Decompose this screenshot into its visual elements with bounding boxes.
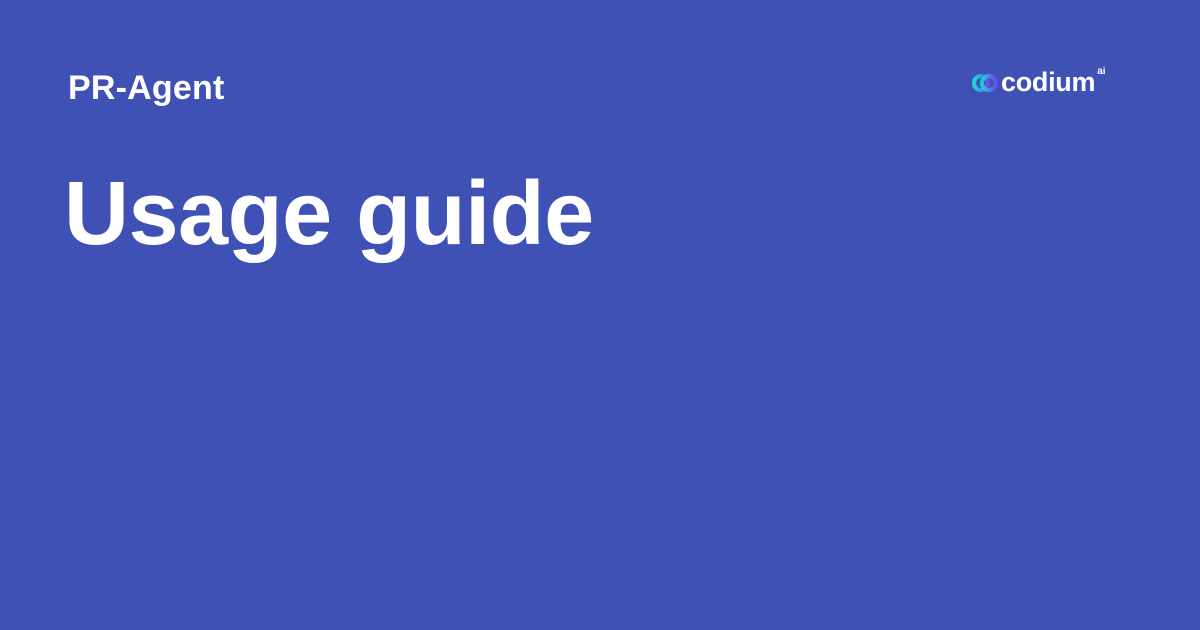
logo-superscript: ai bbox=[1097, 66, 1106, 77]
logo-wordmark: codium bbox=[1001, 67, 1096, 97]
social-card: PR-Agent codium ai Usage guide bbox=[0, 0, 1200, 630]
brand-logo: codium ai bbox=[972, 66, 1106, 100]
product-name: PR-Agent bbox=[68, 69, 225, 107]
page-title: Usage guide bbox=[64, 164, 594, 264]
codium-logo-icon bbox=[972, 74, 998, 92]
